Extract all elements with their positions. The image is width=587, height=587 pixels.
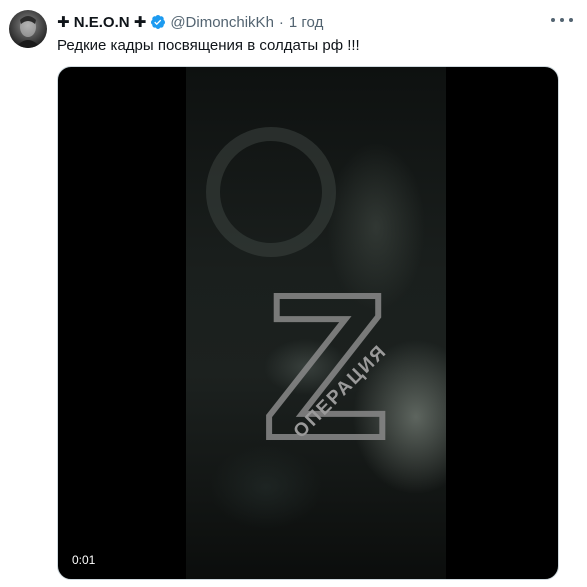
avatar[interactable] <box>9 10 47 48</box>
verified-badge-icon <box>151 15 166 29</box>
video-player[interactable]: Z ОПЕРАЦИЯ 0:01 <box>57 66 559 580</box>
tweet-text: Редкие кадры посвящения в солдаты рф !!! <box>57 37 360 54</box>
video-content-wheel <box>206 127 336 257</box>
tweet-header: ✚ N.E.O.N ✚ @DimonchikKh · 1 год <box>57 12 323 32</box>
display-name[interactable]: ✚ N.E.O.N ✚ <box>57 13 146 31</box>
separator-dot: · <box>278 13 284 31</box>
video-duration: 0:01 <box>72 553 96 567</box>
timestamp[interactable]: 1 год <box>289 14 323 31</box>
more-options-icon[interactable] <box>551 13 573 27</box>
tweet[interactable]: ✚ N.E.O.N ✚ @DimonchikKh · 1 год Редкие … <box>0 0 587 587</box>
user-handle[interactable]: @DimonchikKh <box>170 14 274 31</box>
z-operation-watermark: Z ОПЕРАЦИЯ <box>260 267 392 477</box>
avatar-image <box>15 16 41 48</box>
